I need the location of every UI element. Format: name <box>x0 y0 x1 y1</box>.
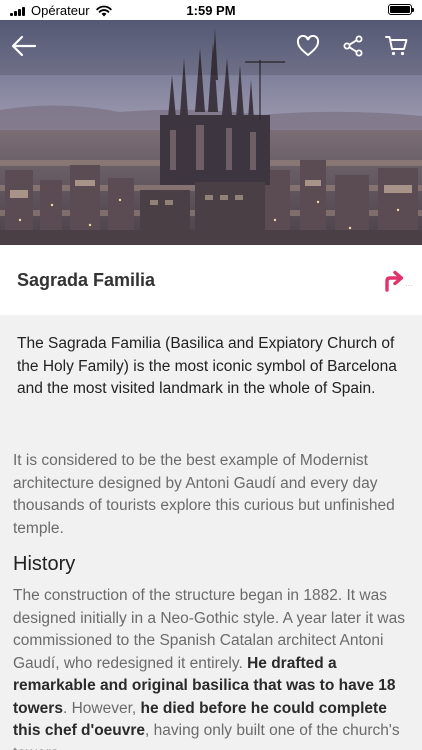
share-icon <box>343 35 363 57</box>
heart-icon <box>296 35 320 57</box>
hero-image <box>0 20 422 245</box>
status-bar: Opérateur 1:59 PM <box>0 0 422 20</box>
intro-text: The Sagrada Familia (Basilica and Expiat… <box>17 335 397 397</box>
history-heading: History <box>13 553 76 575</box>
history-text: The construction of the structure began … <box>13 585 415 750</box>
title-card: Sagrada Familia <box>0 245 422 315</box>
history-text-part2: . However, <box>62 699 141 717</box>
place-title: Sagrada Familia <box>17 270 156 290</box>
directions-button[interactable] <box>380 268 406 294</box>
cart-button[interactable] <box>383 32 411 60</box>
back-arrow-icon <box>11 35 37 57</box>
more-dots-icon: ··· <box>405 281 413 290</box>
directions-arrow-icon <box>385 270 404 292</box>
history-text-part1: The construction of the structure began … <box>13 587 405 672</box>
favorite-button[interactable] <box>294 32 322 60</box>
cart-icon <box>385 36 408 56</box>
share-button[interactable] <box>339 32 367 60</box>
back-button[interactable] <box>10 32 38 60</box>
battery-icon <box>388 4 414 15</box>
description-paragraph: It is considered to be the best example … <box>13 452 395 537</box>
status-time: 1:59 PM <box>186 3 236 18</box>
